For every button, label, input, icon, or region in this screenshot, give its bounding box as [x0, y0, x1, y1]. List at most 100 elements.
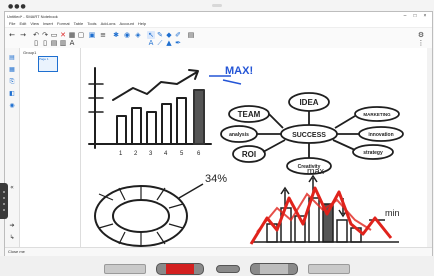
- properties-tab-icon[interactable]: ◧: [8, 90, 16, 98]
- strategy-label: strategy: [363, 150, 383, 156]
- link-icon[interactable]: ↳: [8, 234, 16, 242]
- menu-file[interactable]: File: [9, 21, 15, 26]
- red-trend-line: [249, 186, 393, 245]
- handle-dot: [3, 191, 5, 193]
- page-thumbnail[interactable]: Page 1: [38, 56, 58, 72]
- line-tool-icon[interactable]: ⟋: [156, 39, 164, 47]
- side-handle: [0, 183, 8, 219]
- back-icon[interactable]: ←: [8, 31, 16, 39]
- idea-label: IDEA: [299, 98, 318, 107]
- arrow-icon[interactable]: ➔: [8, 222, 16, 230]
- menu-edit[interactable]: Edit: [19, 21, 26, 26]
- handle-dot: [3, 197, 5, 199]
- axis-label-3: 3: [149, 151, 153, 157]
- settings-icon[interactable]: ⚙: [417, 31, 425, 39]
- addons-tab-icon[interactable]: ◉: [8, 102, 16, 110]
- redo-icon[interactable]: ↷: [41, 31, 49, 39]
- max-bottom-label: max: [307, 166, 325, 176]
- menu-tools[interactable]: Tools: [87, 21, 96, 26]
- axis-label-2: 2: [134, 151, 138, 157]
- whiteboard-canvas[interactable]: MAX! 1 2 3 4 5 6 IDEA SUCCESS TEAM MARKE…: [81, 48, 427, 256]
- gray-pen[interactable]: [250, 263, 298, 275]
- team-label: TEAM: [238, 110, 261, 119]
- page-sorter-tab-icon[interactable]: ▤: [8, 54, 16, 62]
- menu-help[interactable]: Help: [138, 21, 146, 26]
- delete-icon[interactable]: ✕: [59, 31, 67, 39]
- camera-icon: [212, 4, 222, 7]
- add-page-icon[interactable]: ▢: [77, 31, 85, 39]
- bar-4: [161, 103, 172, 145]
- lower-bar-6: [336, 219, 348, 243]
- page-sorter: Group1 Page 1: [20, 48, 81, 256]
- analysis-label: analysis: [229, 132, 249, 138]
- min-label: min: [385, 208, 400, 218]
- fill-tool-icon[interactable]: ▲: [165, 39, 173, 47]
- menu-format[interactable]: Format: [57, 21, 70, 26]
- red-pen[interactable]: [156, 263, 204, 275]
- page-thumbnail-label: Page 1: [39, 57, 49, 61]
- close-button[interactable]: ×: [420, 13, 430, 19]
- menu-bar: File Edit View Insert Format Table Tools…: [5, 20, 432, 28]
- axis-label-1: 1: [119, 151, 123, 157]
- whiteboard-drawing: MAX! 1 2 3 4 5 6 IDEA SUCCESS TEAM MARKE…: [88, 65, 404, 247]
- pen-color-icon[interactable]: ✒: [174, 39, 182, 47]
- paste-icon[interactable]: ▥: [59, 39, 67, 47]
- minimize-button[interactable]: –: [400, 13, 410, 19]
- eraser-tool-icon[interactable]: ◆: [165, 31, 173, 39]
- display-icon[interactable]: ▣: [88, 31, 96, 39]
- title-bar: Untitled* - SMART Notebook – □ ×: [5, 12, 432, 20]
- shape-tool-icon[interactable]: ✐: [174, 31, 182, 39]
- close-label[interactable]: Close me: [8, 249, 25, 254]
- status-bar: Close me: [5, 247, 432, 256]
- capture-icon[interactable]: ◈: [134, 31, 142, 39]
- web-icon[interactable]: ◉: [123, 31, 131, 39]
- bar-2: [131, 107, 142, 145]
- properties-icon[interactable]: ▤: [187, 31, 195, 39]
- bar-6: [193, 89, 205, 145]
- select-tool-icon[interactable]: ↖: [147, 31, 155, 39]
- undo-icon[interactable]: ↶: [32, 31, 40, 39]
- marketing-label: MARKETING: [363, 112, 391, 117]
- text-icon[interactable]: A: [68, 39, 76, 47]
- page-icon[interactable]: ▯: [32, 39, 40, 47]
- percent-label: 34%: [205, 173, 227, 185]
- trend-arrow: [112, 71, 198, 101]
- menu-view[interactable]: View: [30, 21, 39, 26]
- eraser-block-right[interactable]: [308, 264, 350, 274]
- notebook-window: Untitled* - SMART Notebook – □ × File Ed…: [4, 11, 433, 257]
- forward-icon[interactable]: →: [19, 31, 27, 39]
- toolbar: ← → ↶ ↷ ▭ ✕ ▦ ▢ ▣ ≡ ✱ ◉ ◈ ↖ ✎ ◆ ✐ ▤ ▯ ▯ …: [5, 28, 432, 49]
- bar-3: [146, 111, 157, 145]
- eraser-block-left[interactable]: [104, 264, 146, 274]
- menu-table[interactable]: Table: [74, 21, 84, 26]
- axis-label-6: 6: [197, 151, 201, 157]
- more-icon[interactable]: ⋮: [417, 39, 425, 47]
- donut-inner: [112, 199, 170, 233]
- maximize-button[interactable]: □: [410, 13, 420, 19]
- save-icon[interactable]: ▤: [50, 39, 58, 47]
- tray-button[interactable]: [216, 265, 240, 273]
- lines-icon[interactable]: ≡: [99, 31, 107, 39]
- handle-dot: [3, 203, 5, 205]
- gallery-tab-icon[interactable]: ▦: [8, 66, 16, 74]
- menu-insert[interactable]: Insert: [43, 21, 53, 26]
- percent-pointer: [178, 183, 204, 199]
- innovation-label: innovation: [368, 132, 393, 138]
- collapse-icon[interactable]: «: [8, 184, 16, 192]
- vertical-scrollbar[interactable]: [427, 48, 432, 256]
- donut-segments: [98, 186, 184, 246]
- document-icon[interactable]: ▯: [41, 39, 49, 47]
- side-tabs: ▤ ▦ ⎘ ◧ ◉ « ➔ ↳: [5, 48, 20, 256]
- gear-icon[interactable]: ✱: [112, 31, 120, 39]
- handle-dot: [3, 209, 5, 211]
- pen-tool-icon[interactable]: ✎: [156, 31, 164, 39]
- bar-1: [116, 115, 127, 145]
- table-icon[interactable]: ▦: [68, 31, 76, 39]
- window-title: Untitled* - SMART Notebook: [7, 13, 58, 19]
- attachments-tab-icon[interactable]: ⎘: [8, 78, 16, 86]
- screen-shade-icon[interactable]: ▭: [50, 31, 58, 39]
- bar-5: [176, 97, 187, 145]
- text-tool-icon[interactable]: A: [147, 39, 155, 47]
- menu-addons[interactable]: Add-ons: [101, 21, 116, 26]
- menu-account[interactable]: Account: [119, 21, 133, 26]
